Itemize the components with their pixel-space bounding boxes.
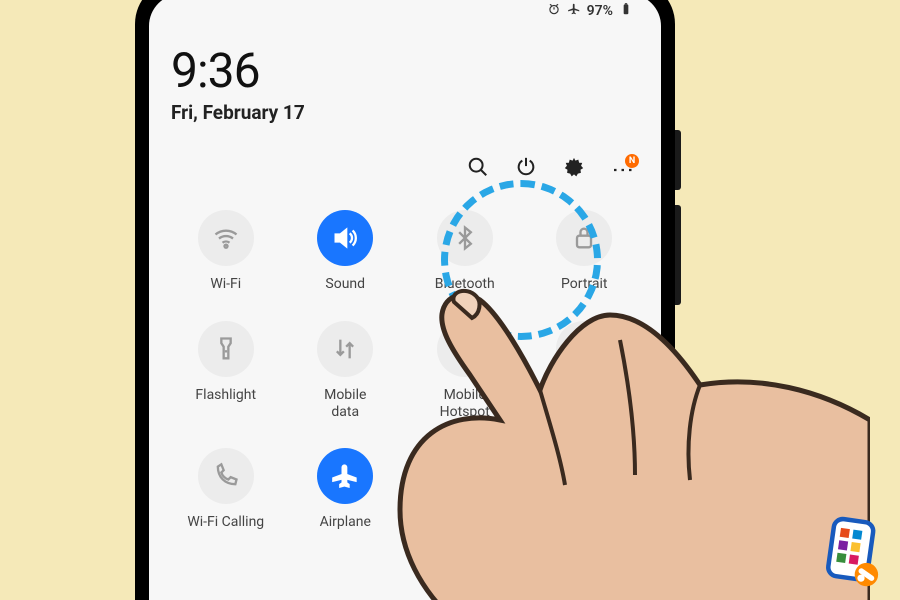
tile-flashlight[interactable]: Flashlight bbox=[171, 321, 281, 421]
battery-icon bbox=[437, 448, 493, 504]
wifi-icon bbox=[198, 210, 254, 266]
airplane-mode-icon bbox=[567, 2, 581, 20]
tile-wifi-calling[interactable]: Wi-Fi Calling bbox=[171, 448, 281, 531]
notification-badge: N bbox=[625, 154, 639, 168]
tile-extra[interactable] bbox=[530, 448, 640, 531]
tile-mobile-data[interactable]: Mobile data bbox=[291, 321, 401, 421]
search-icon[interactable] bbox=[467, 156, 489, 182]
status-bar: 97% bbox=[171, 0, 639, 28]
tile-label: Airplane bbox=[320, 514, 371, 531]
tile-label: Wireles bbox=[442, 514, 488, 531]
tile-label: Bluetooth bbox=[435, 276, 495, 293]
battery-percentage: 97% bbox=[587, 3, 613, 19]
tile-airplane[interactable]: Airplane bbox=[291, 448, 401, 531]
watermark-logo bbox=[816, 516, 888, 590]
lock-icon bbox=[556, 210, 612, 266]
blank-icon bbox=[556, 448, 612, 504]
phone-side-button bbox=[675, 130, 681, 190]
gear-icon[interactable] bbox=[563, 156, 585, 182]
hotspot-icon bbox=[437, 321, 493, 377]
scan-icon bbox=[556, 321, 612, 377]
power-icon[interactable] bbox=[515, 156, 537, 182]
alarm-icon bbox=[547, 2, 561, 20]
tile-bluetooth[interactable]: Bluetooth bbox=[410, 210, 520, 293]
clock-time: 9:36 bbox=[171, 42, 639, 99]
tile-label: Mobile data bbox=[324, 387, 366, 421]
phone-icon bbox=[198, 448, 254, 504]
tile-label: Flashlight bbox=[195, 387, 256, 404]
arrows-icon bbox=[317, 321, 373, 377]
panel-actions: ⋮ N bbox=[171, 156, 639, 182]
plane-icon bbox=[317, 448, 373, 504]
tile-label: Portrait bbox=[561, 276, 607, 293]
phone-side-button bbox=[675, 205, 681, 305]
clock-block: 9:36 Fri, February 17 bbox=[171, 42, 639, 124]
tile-label: Wi-Fi Calling bbox=[187, 514, 264, 531]
tile-label: Sound bbox=[325, 276, 365, 293]
quick-settings-grid: Wi-Fi Sound Bluetooth Portrait Flashlight Mob… bbox=[171, 210, 639, 531]
clock-date: Fri, February 17 bbox=[171, 101, 639, 124]
battery-icon bbox=[619, 2, 633, 20]
tile-label: Mobile Hotspot bbox=[440, 387, 490, 421]
volume-icon bbox=[317, 210, 373, 266]
tile-mobile-hotspot[interactable]: Mobile Hotspot bbox=[410, 321, 520, 421]
more-icon[interactable]: ⋮ N bbox=[611, 158, 633, 180]
tile-wifi[interactable]: Wi-Fi bbox=[171, 210, 281, 293]
phone-frame: 97% 9:36 Fri, February 17 ⋮ N Wi-F bbox=[135, 0, 675, 600]
tile-label: Wi-Fi bbox=[210, 276, 241, 293]
tile-sound[interactable]: Sound bbox=[291, 210, 401, 293]
tile-portrait[interactable]: Portrait bbox=[530, 210, 640, 293]
flashlight-icon bbox=[198, 321, 254, 377]
tile-scan[interactable] bbox=[530, 321, 640, 421]
tile-wireless[interactable]: Wireles bbox=[410, 448, 520, 531]
bluetooth-icon bbox=[437, 210, 493, 266]
notification-shade: 97% 9:36 Fri, February 17 ⋮ N Wi-F bbox=[149, 0, 661, 600]
